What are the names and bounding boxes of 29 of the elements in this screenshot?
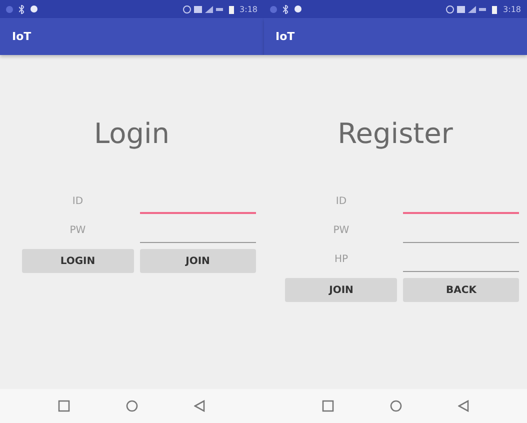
status-time: 3:18 xyxy=(240,4,258,14)
notification-icon xyxy=(6,6,13,12)
back-icon[interactable] xyxy=(458,400,469,412)
action-button[interactable]: JOIN xyxy=(285,278,398,302)
field-label: PW xyxy=(70,225,86,236)
home-icon[interactable] xyxy=(126,400,138,412)
recents-icon[interactable] xyxy=(322,400,334,412)
home-icon[interactable] xyxy=(390,400,402,412)
field-label: HP xyxy=(334,254,348,265)
action-button[interactable]: LOGIN xyxy=(22,249,134,273)
field-label: ID xyxy=(72,196,84,206)
field-label: PW xyxy=(333,225,350,236)
signal-icon xyxy=(446,4,486,14)
action-button[interactable]: BACK xyxy=(403,278,520,302)
notification-icon xyxy=(270,6,276,12)
status-time: 3:18 xyxy=(503,4,521,14)
battery-icon xyxy=(228,4,234,14)
field-label: ID xyxy=(336,196,347,206)
bluetooth-icon xyxy=(19,4,24,14)
back-icon[interactable] xyxy=(194,400,206,412)
app-title: IoT xyxy=(276,30,295,43)
bluetooth-icon xyxy=(282,4,288,14)
screen-heading: Register xyxy=(338,117,453,150)
screen-heading: Login xyxy=(94,117,170,150)
recents-icon[interactable] xyxy=(58,400,70,412)
signal-icon xyxy=(182,4,223,14)
action-button[interactable]: JOIN xyxy=(140,249,256,273)
battery-icon xyxy=(492,4,498,14)
app-title: IoT xyxy=(12,30,32,43)
